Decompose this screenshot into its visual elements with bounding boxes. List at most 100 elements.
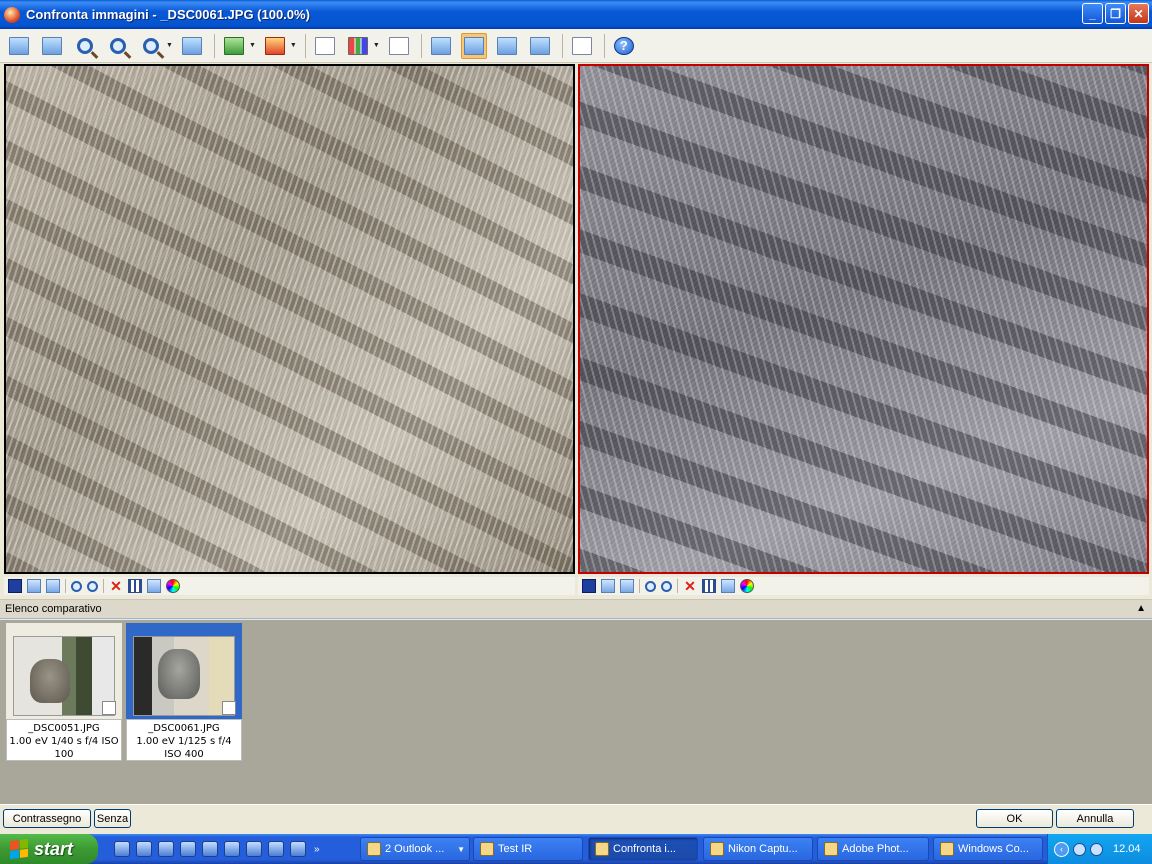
restore-button[interactable]: ❐ (1105, 3, 1126, 24)
image-prev-icon[interactable] (27, 579, 41, 593)
grid-view-button[interactable] (527, 33, 553, 59)
taskbar-item-nikon[interactable]: Nikon Captu... (703, 837, 813, 861)
histogram-dropdown-icon[interactable]: ▼ (373, 42, 380, 49)
single-view-icon (430, 36, 451, 55)
thumbnail-filename: _DSC0061.JPG (148, 723, 220, 734)
window-title: Confronta immagini - _DSC0061.JPG (100.0… (26, 7, 310, 22)
main-toolbar: ▼ ▼ ▼ ▼ ? (0, 29, 1152, 63)
zoom-out-icon[interactable] (661, 580, 672, 592)
remove-icon[interactable]: ✕ (683, 579, 697, 593)
taskbar-item-test-ir[interactable]: Test IR (473, 837, 583, 861)
title-bar[interactable]: Confronta immagini - _DSC0061.JPG (100.0… (0, 0, 1152, 29)
taskbar-item-photoshop[interactable]: Adobe Phot... (817, 837, 929, 861)
toolbar-separator (639, 579, 640, 593)
quick-launch-icon[interactable] (158, 841, 174, 857)
side-by-side-view-button[interactable] (460, 32, 487, 59)
comparison-list-title: Elenco comparativo (5, 603, 102, 615)
taskbar-item-outlook[interactable]: 2 Outlook ... ▼ (360, 837, 470, 861)
taskbar-item-windows-co[interactable]: Windows Co... (933, 837, 1043, 861)
taskbar-item-label: Nikon Captu... (728, 843, 798, 855)
remove-icon[interactable]: ✕ (109, 579, 123, 593)
filter-red-button[interactable] (262, 33, 288, 59)
properties-icon (181, 36, 202, 55)
print-button[interactable] (569, 33, 595, 59)
histogram-button[interactable] (345, 33, 371, 59)
right-image-pane[interactable] (578, 64, 1149, 574)
mark-button[interactable]: Contrassegno (3, 809, 91, 828)
filter-green-dropdown-icon[interactable]: ▼ (249, 42, 256, 49)
zoom-out-icon[interactable] (87, 580, 98, 592)
thumbnail-exif: 1.00 eV 1/40 s f/4 ISO (9, 736, 119, 747)
toolbar-separator (304, 33, 306, 58)
filter-red-icon (264, 36, 285, 55)
image-next-icon[interactable] (46, 579, 60, 593)
quick-launch-icon[interactable] (268, 841, 284, 857)
checklist-button[interactable] (312, 33, 338, 59)
help-button[interactable]: ? (611, 33, 637, 59)
filter-green-button[interactable] (221, 33, 247, 59)
add-image-button[interactable] (6, 33, 32, 59)
remove-image-icon (42, 36, 62, 55)
quick-launch-icon[interactable] (114, 841, 130, 857)
zoom-menu-button[interactable] (138, 33, 164, 59)
zoom-in-icon[interactable] (645, 580, 656, 592)
three-column-view-button[interactable] (494, 33, 520, 59)
single-view-button[interactable] (428, 33, 454, 59)
color-wheel-icon[interactable] (740, 579, 754, 593)
thumbnail-item-selected[interactable] (126, 623, 242, 721)
close-button[interactable]: ✕ (1128, 3, 1149, 24)
toolbar-separator (420, 33, 422, 58)
properties-button[interactable] (179, 33, 205, 59)
zoom-in-icon[interactable] (71, 580, 82, 592)
report-button[interactable] (386, 33, 412, 59)
system-tray: ‹ 12.04 (1047, 834, 1152, 864)
zoom-dropdown-arrow-icon[interactable]: ▼ (166, 42, 173, 49)
thumbnail-exif: 1.00 eV 1/125 s f/4 (136, 736, 232, 747)
grid-icon[interactable] (128, 579, 142, 593)
toolbar-separator (561, 33, 563, 58)
image-info-icon[interactable] (147, 579, 161, 593)
outlook-icon (367, 842, 381, 856)
filter-red-dropdown-icon[interactable]: ▼ (290, 42, 297, 49)
tray-app-icon[interactable] (1090, 842, 1103, 856)
quick-launch-icon[interactable] (246, 841, 262, 857)
save-icon[interactable] (582, 579, 596, 593)
quick-launch-icon[interactable] (290, 841, 306, 857)
color-wheel-icon[interactable] (166, 579, 180, 593)
pin-icon[interactable]: ▲ (1136, 603, 1146, 614)
image-info-icon[interactable] (721, 579, 735, 593)
network-icon[interactable] (1073, 842, 1086, 856)
image-prev-icon[interactable] (601, 579, 615, 593)
none-button[interactable]: Senza (94, 809, 131, 828)
thumbnail-item[interactable] (6, 623, 122, 721)
zoom-in-button[interactable] (72, 33, 98, 59)
thumbnail-checkbox[interactable] (222, 701, 236, 715)
report-icon (388, 36, 409, 55)
ok-button[interactable]: OK (976, 809, 1053, 828)
app-icon[interactable] (4, 6, 20, 23)
quick-launch-more-icon[interactable]: » (314, 844, 320, 855)
remove-image-button[interactable] (39, 33, 65, 59)
clock[interactable]: 12.04 (1113, 843, 1141, 855)
three-column-view-icon (496, 36, 517, 55)
app-icon (595, 842, 609, 856)
save-icon[interactable] (8, 579, 22, 593)
taskbar-item-confronta[interactable]: Confronta i... (588, 837, 698, 861)
start-button[interactable]: start (0, 834, 98, 864)
image-next-icon[interactable] (620, 579, 634, 593)
taskbar-item-label: 2 Outlook ... (385, 843, 445, 855)
thumbnail-checkbox[interactable] (102, 701, 116, 715)
zoom-out-button[interactable] (105, 33, 131, 59)
left-image-pane[interactable] (4, 64, 575, 574)
grid-icon[interactable] (702, 579, 716, 593)
left-pane-toolbar: ✕ (4, 577, 575, 595)
minimize-button[interactable]: _ (1082, 3, 1103, 24)
quick-launch-icon[interactable] (224, 841, 240, 857)
quick-launch-icon[interactable] (180, 841, 196, 857)
cancel-button[interactable]: Annulla (1056, 809, 1134, 828)
quick-launch-icon[interactable] (136, 841, 152, 857)
tray-expand-icon[interactable]: ‹ (1054, 841, 1069, 857)
add-image-icon (9, 36, 29, 55)
toolbar-separator (677, 579, 678, 593)
quick-launch-icon[interactable] (202, 841, 218, 857)
